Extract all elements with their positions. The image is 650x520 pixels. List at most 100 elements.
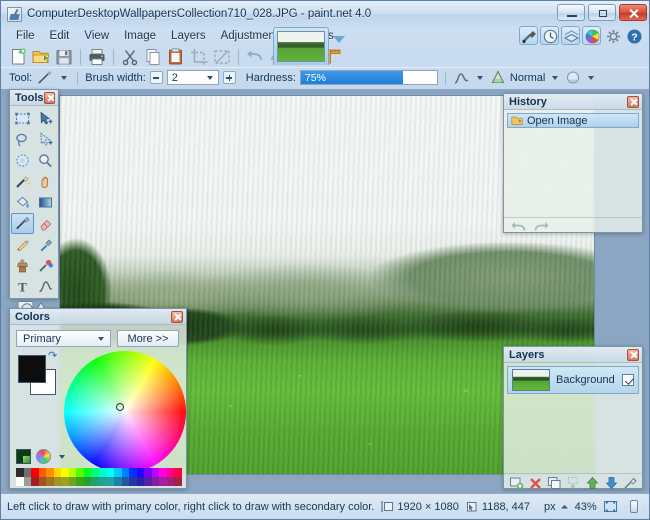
clone-stamp-tool[interactable]	[11, 255, 34, 276]
tools-panel-close-button[interactable]	[44, 92, 55, 104]
palette-swatch[interactable]	[46, 477, 54, 486]
palette-swatch-icon[interactable]	[16, 449, 31, 464]
blend-mode-chevron-icon[interactable]	[552, 76, 558, 80]
history-toggle-button[interactable]	[540, 26, 559, 45]
magic-wand-tool[interactable]	[11, 171, 34, 192]
history-panel-header[interactable]: History	[504, 94, 642, 110]
layer-visibility-checkbox[interactable]	[622, 374, 634, 386]
swap-colors-icon[interactable]: ↶	[48, 349, 57, 362]
minimize-button[interactable]	[557, 4, 585, 21]
palette-swatch[interactable]	[69, 468, 77, 477]
move-selected-tool[interactable]	[34, 108, 57, 129]
palette-swatch[interactable]	[107, 468, 115, 477]
palette-swatch[interactable]	[167, 477, 175, 486]
palette-chevron-icon[interactable]	[59, 455, 65, 459]
more-colors-button[interactable]: More >>	[117, 330, 179, 347]
palette-swatch[interactable]	[76, 477, 84, 486]
paintbrush-tool[interactable]	[11, 213, 34, 234]
palette-row-secondary[interactable]	[16, 477, 182, 486]
move-selection-tool[interactable]	[34, 129, 57, 150]
palette-swatch[interactable]	[54, 477, 62, 486]
palette-swatch[interactable]	[39, 468, 47, 477]
palette-swatch[interactable]	[31, 477, 39, 486]
units-group[interactable]: px	[544, 501, 569, 513]
close-button[interactable]	[619, 4, 647, 21]
deselect-button[interactable]	[211, 46, 233, 68]
zoom-out-icon[interactable]	[624, 500, 625, 514]
palette-swatch[interactable]	[122, 477, 130, 486]
maximize-button[interactable]	[588, 4, 616, 21]
zoom-in-icon[interactable]	[644, 500, 645, 514]
palette-swatch[interactable]	[167, 468, 175, 477]
palette-swatch[interactable]	[31, 468, 39, 477]
brush-width-decrease-button[interactable]	[150, 71, 163, 84]
palette-swatch[interactable]	[16, 477, 24, 486]
hardness-slider[interactable]: 75%	[300, 70, 438, 85]
palette-swatch[interactable]	[91, 477, 99, 486]
print-button[interactable]	[86, 46, 108, 68]
palette-swatch[interactable]	[24, 468, 32, 477]
zoom-slider-knob[interactable]	[630, 500, 638, 513]
rectangle-select-tool[interactable]	[11, 108, 34, 129]
layer-item-background[interactable]: Background	[507, 366, 639, 394]
menu-layers[interactable]: Layers	[164, 28, 213, 44]
pencil-tool[interactable]	[11, 234, 34, 255]
open-button[interactable]	[30, 46, 52, 68]
palette-swatch[interactable]	[46, 468, 54, 477]
settings-toggle-button[interactable]	[603, 26, 622, 45]
palette-swatch[interactable]	[54, 468, 62, 477]
chevron-up-icon[interactable]	[560, 503, 569, 511]
paste-button[interactable]	[165, 46, 187, 68]
copy-button[interactable]	[142, 46, 164, 68]
tools-toggle-button[interactable]	[519, 26, 538, 45]
palette-swatch[interactable]	[137, 468, 145, 477]
save-button[interactable]	[53, 46, 75, 68]
palette-swatch[interactable]	[39, 477, 47, 486]
help-toggle-button[interactable]: ?	[624, 26, 643, 45]
palette-swatch[interactable]	[144, 468, 152, 477]
ellipse-select-tool[interactable]	[11, 150, 34, 171]
merge-down-icon[interactable]	[566, 476, 581, 490]
palette-swatch[interactable]	[61, 468, 69, 477]
palette-swatch[interactable]	[61, 477, 69, 486]
palette-swatch[interactable]	[99, 468, 107, 477]
gradient-tool[interactable]	[34, 192, 57, 213]
cut-button[interactable]	[119, 46, 141, 68]
menu-edit[interactable]: Edit	[43, 28, 77, 44]
undo-button[interactable]	[244, 46, 266, 68]
text-tool[interactable]: T	[11, 276, 34, 297]
tool-dropdown-chevron-icon[interactable]	[61, 76, 67, 80]
palette-swatch[interactable]	[159, 477, 167, 486]
colors-panel-close-button[interactable]	[171, 311, 183, 323]
brush-width-increase-button[interactable]	[223, 71, 236, 84]
add-layer-icon[interactable]	[509, 476, 524, 490]
brush-width-chevron-icon[interactable]	[207, 76, 213, 80]
brush-width-input[interactable]: 2	[167, 70, 219, 85]
palette-swatch[interactable]	[76, 468, 84, 477]
palette-swatch[interactable]	[129, 477, 137, 486]
alpha-circle-icon[interactable]	[565, 70, 581, 85]
zoom-slider[interactable]	[631, 501, 638, 513]
palette-swatch[interactable]	[107, 477, 115, 486]
history-item-open-image[interactable]: Open Image	[507, 113, 639, 128]
antialiasing-icon[interactable]	[453, 71, 470, 85]
delete-layer-icon[interactable]	[528, 476, 543, 490]
eraser-tool[interactable]	[34, 213, 57, 234]
zoom-tool[interactable]	[34, 150, 57, 171]
palette-swatch[interactable]	[16, 468, 24, 477]
palette-swatch[interactable]	[69, 477, 77, 486]
layers-panel-close-button[interactable]	[627, 349, 639, 361]
palette-swatch[interactable]	[152, 468, 160, 477]
new-button[interactable]	[7, 46, 29, 68]
color-mode-select[interactable]: Primary	[16, 330, 111, 347]
menu-file[interactable]: File	[9, 28, 42, 44]
colors-panel-header[interactable]: Colors	[10, 309, 186, 325]
palette-row-primary[interactable]	[16, 468, 182, 477]
palette-swatch[interactable]	[122, 468, 130, 477]
layers-toggle-button[interactable]	[561, 26, 580, 45]
palette-swatch[interactable]	[24, 477, 32, 486]
duplicate-layer-icon[interactable]	[547, 476, 562, 490]
palette-swatch[interactable]	[114, 477, 122, 486]
layer-properties-icon[interactable]	[623, 476, 638, 490]
history-panel-close-button[interactable]	[627, 96, 639, 108]
